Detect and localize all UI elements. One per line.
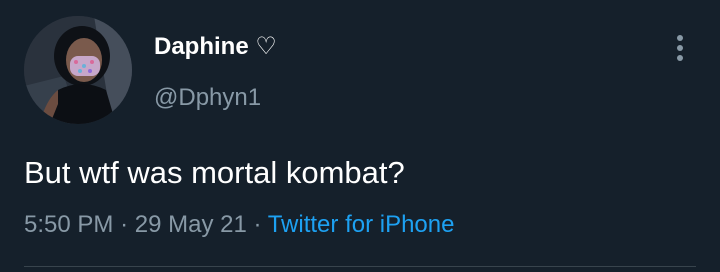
tweet-meta: 5:50 PM · 29 May 21 · Twitter for iPhone (24, 208, 454, 242)
meta-separator: · (253, 211, 262, 238)
tweet-date[interactable]: 29 May 21 (135, 211, 247, 238)
avatar-photo-icon (24, 16, 132, 124)
avatar[interactable] (24, 16, 132, 124)
tweet-text: But wtf was mortal kombat? (24, 155, 405, 190)
tweet-time[interactable]: 5:50 PM (24, 211, 113, 238)
tweet-card: Daphine ♡ @Dphyn1 But wtf was mortal kom… (0, 0, 720, 272)
meta-separator: · (120, 211, 129, 238)
vertical-ellipsis-icon (677, 35, 683, 61)
display-name[interactable]: Daphine ♡ (154, 32, 277, 62)
display-name-text: Daphine (154, 33, 249, 60)
heart-emoji-icon: ♡ (255, 33, 277, 60)
more-options-button[interactable] (664, 28, 696, 68)
divider (24, 266, 696, 267)
user-handle[interactable]: @Dphyn1 (154, 83, 261, 113)
tweet-source-link[interactable]: Twitter for iPhone (268, 211, 455, 238)
